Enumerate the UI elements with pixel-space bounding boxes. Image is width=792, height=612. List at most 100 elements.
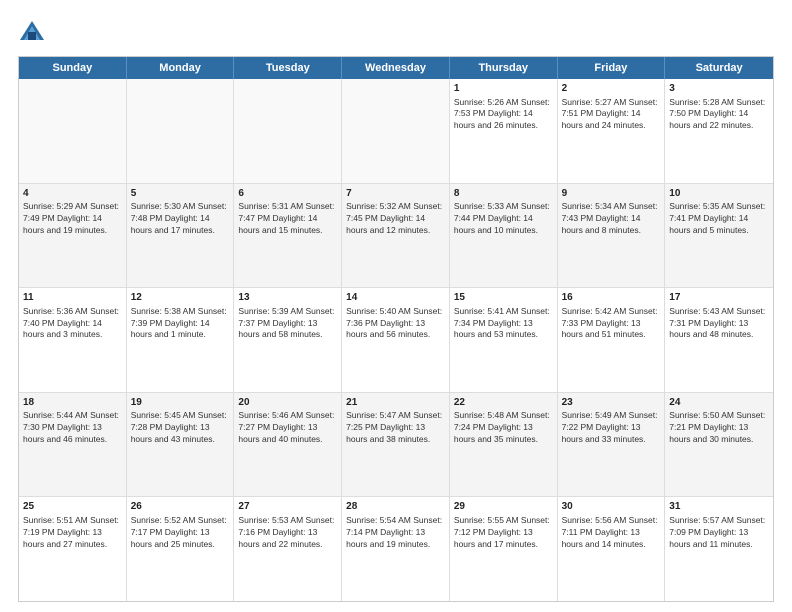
day-number: 12 xyxy=(131,291,230,305)
day-number: 8 xyxy=(454,187,553,201)
day-number: 7 xyxy=(346,187,445,201)
day-info: Sunrise: 5:36 AM Sunset: 7:40 PM Dayligh… xyxy=(23,306,122,342)
day-number: 16 xyxy=(562,291,661,305)
day-info: Sunrise: 5:28 AM Sunset: 7:50 PM Dayligh… xyxy=(669,97,769,133)
calendar-day-2: 2Sunrise: 5:27 AM Sunset: 7:51 PM Daylig… xyxy=(558,79,666,183)
day-number: 3 xyxy=(669,82,769,96)
day-number: 31 xyxy=(669,500,769,514)
day-number: 2 xyxy=(562,82,661,96)
weekday-header-saturday: Saturday xyxy=(665,57,773,79)
day-info: Sunrise: 5:51 AM Sunset: 7:19 PM Dayligh… xyxy=(23,515,122,551)
day-info: Sunrise: 5:54 AM Sunset: 7:14 PM Dayligh… xyxy=(346,515,445,551)
weekday-header-tuesday: Tuesday xyxy=(234,57,342,79)
day-number: 28 xyxy=(346,500,445,514)
day-number: 27 xyxy=(238,500,337,514)
calendar-day-3: 3Sunrise: 5:28 AM Sunset: 7:50 PM Daylig… xyxy=(665,79,773,183)
calendar-day-17: 17Sunrise: 5:43 AM Sunset: 7:31 PM Dayli… xyxy=(665,288,773,392)
day-number: 22 xyxy=(454,396,553,410)
calendar-day-26: 26Sunrise: 5:52 AM Sunset: 7:17 PM Dayli… xyxy=(127,497,235,601)
weekday-header-thursday: Thursday xyxy=(450,57,558,79)
calendar: SundayMondayTuesdayWednesdayThursdayFrid… xyxy=(18,56,774,602)
header xyxy=(18,18,774,46)
day-number: 19 xyxy=(131,396,230,410)
calendar-day-13: 13Sunrise: 5:39 AM Sunset: 7:37 PM Dayli… xyxy=(234,288,342,392)
day-info: Sunrise: 5:35 AM Sunset: 7:41 PM Dayligh… xyxy=(669,201,769,237)
day-number: 17 xyxy=(669,291,769,305)
day-number: 14 xyxy=(346,291,445,305)
day-info: Sunrise: 5:40 AM Sunset: 7:36 PM Dayligh… xyxy=(346,306,445,342)
calendar-week-2: 4Sunrise: 5:29 AM Sunset: 7:49 PM Daylig… xyxy=(19,184,773,289)
calendar-day-30: 30Sunrise: 5:56 AM Sunset: 7:11 PM Dayli… xyxy=(558,497,666,601)
day-info: Sunrise: 5:34 AM Sunset: 7:43 PM Dayligh… xyxy=(562,201,661,237)
day-info: Sunrise: 5:42 AM Sunset: 7:33 PM Dayligh… xyxy=(562,306,661,342)
day-info: Sunrise: 5:45 AM Sunset: 7:28 PM Dayligh… xyxy=(131,410,230,446)
day-info: Sunrise: 5:26 AM Sunset: 7:53 PM Dayligh… xyxy=(454,97,553,133)
logo xyxy=(18,18,50,46)
calendar-header-row: SundayMondayTuesdayWednesdayThursdayFrid… xyxy=(19,57,773,79)
calendar-day-1: 1Sunrise: 5:26 AM Sunset: 7:53 PM Daylig… xyxy=(450,79,558,183)
day-number: 21 xyxy=(346,396,445,410)
calendar-day-27: 27Sunrise: 5:53 AM Sunset: 7:16 PM Dayli… xyxy=(234,497,342,601)
day-number: 26 xyxy=(131,500,230,514)
day-info: Sunrise: 5:30 AM Sunset: 7:48 PM Dayligh… xyxy=(131,201,230,237)
calendar-day-16: 16Sunrise: 5:42 AM Sunset: 7:33 PM Dayli… xyxy=(558,288,666,392)
calendar-day-6: 6Sunrise: 5:31 AM Sunset: 7:47 PM Daylig… xyxy=(234,184,342,288)
day-number: 25 xyxy=(23,500,122,514)
calendar-day-11: 11Sunrise: 5:36 AM Sunset: 7:40 PM Dayli… xyxy=(19,288,127,392)
calendar-week-3: 11Sunrise: 5:36 AM Sunset: 7:40 PM Dayli… xyxy=(19,288,773,393)
day-info: Sunrise: 5:47 AM Sunset: 7:25 PM Dayligh… xyxy=(346,410,445,446)
calendar-day-4: 4Sunrise: 5:29 AM Sunset: 7:49 PM Daylig… xyxy=(19,184,127,288)
weekday-header-sunday: Sunday xyxy=(19,57,127,79)
day-info: Sunrise: 5:44 AM Sunset: 7:30 PM Dayligh… xyxy=(23,410,122,446)
calendar-empty-cell xyxy=(19,79,127,183)
calendar-day-8: 8Sunrise: 5:33 AM Sunset: 7:44 PM Daylig… xyxy=(450,184,558,288)
calendar-day-15: 15Sunrise: 5:41 AM Sunset: 7:34 PM Dayli… xyxy=(450,288,558,392)
day-info: Sunrise: 5:48 AM Sunset: 7:24 PM Dayligh… xyxy=(454,410,553,446)
calendar-day-28: 28Sunrise: 5:54 AM Sunset: 7:14 PM Dayli… xyxy=(342,497,450,601)
day-info: Sunrise: 5:31 AM Sunset: 7:47 PM Dayligh… xyxy=(238,201,337,237)
day-number: 23 xyxy=(562,396,661,410)
calendar-day-21: 21Sunrise: 5:47 AM Sunset: 7:25 PM Dayli… xyxy=(342,393,450,497)
day-number: 5 xyxy=(131,187,230,201)
day-number: 4 xyxy=(23,187,122,201)
day-number: 24 xyxy=(669,396,769,410)
day-info: Sunrise: 5:46 AM Sunset: 7:27 PM Dayligh… xyxy=(238,410,337,446)
calendar-day-24: 24Sunrise: 5:50 AM Sunset: 7:21 PM Dayli… xyxy=(665,393,773,497)
calendar-day-18: 18Sunrise: 5:44 AM Sunset: 7:30 PM Dayli… xyxy=(19,393,127,497)
day-info: Sunrise: 5:53 AM Sunset: 7:16 PM Dayligh… xyxy=(238,515,337,551)
day-info: Sunrise: 5:32 AM Sunset: 7:45 PM Dayligh… xyxy=(346,201,445,237)
calendar-day-20: 20Sunrise: 5:46 AM Sunset: 7:27 PM Dayli… xyxy=(234,393,342,497)
day-number: 1 xyxy=(454,82,553,96)
calendar-day-23: 23Sunrise: 5:49 AM Sunset: 7:22 PM Dayli… xyxy=(558,393,666,497)
day-number: 9 xyxy=(562,187,661,201)
day-info: Sunrise: 5:55 AM Sunset: 7:12 PM Dayligh… xyxy=(454,515,553,551)
calendar-body: 1Sunrise: 5:26 AM Sunset: 7:53 PM Daylig… xyxy=(19,79,773,601)
day-number: 15 xyxy=(454,291,553,305)
weekday-header-friday: Friday xyxy=(558,57,666,79)
day-info: Sunrise: 5:39 AM Sunset: 7:37 PM Dayligh… xyxy=(238,306,337,342)
calendar-week-5: 25Sunrise: 5:51 AM Sunset: 7:19 PM Dayli… xyxy=(19,497,773,601)
calendar-day-19: 19Sunrise: 5:45 AM Sunset: 7:28 PM Dayli… xyxy=(127,393,235,497)
calendar-empty-cell xyxy=(234,79,342,183)
day-info: Sunrise: 5:43 AM Sunset: 7:31 PM Dayligh… xyxy=(669,306,769,342)
calendar-day-7: 7Sunrise: 5:32 AM Sunset: 7:45 PM Daylig… xyxy=(342,184,450,288)
calendar-empty-cell xyxy=(342,79,450,183)
day-info: Sunrise: 5:52 AM Sunset: 7:17 PM Dayligh… xyxy=(131,515,230,551)
day-info: Sunrise: 5:56 AM Sunset: 7:11 PM Dayligh… xyxy=(562,515,661,551)
calendar-day-25: 25Sunrise: 5:51 AM Sunset: 7:19 PM Dayli… xyxy=(19,497,127,601)
calendar-day-22: 22Sunrise: 5:48 AM Sunset: 7:24 PM Dayli… xyxy=(450,393,558,497)
day-number: 18 xyxy=(23,396,122,410)
day-info: Sunrise: 5:33 AM Sunset: 7:44 PM Dayligh… xyxy=(454,201,553,237)
calendar-day-10: 10Sunrise: 5:35 AM Sunset: 7:41 PM Dayli… xyxy=(665,184,773,288)
weekday-header-monday: Monday xyxy=(127,57,235,79)
calendar-day-31: 31Sunrise: 5:57 AM Sunset: 7:09 PM Dayli… xyxy=(665,497,773,601)
day-info: Sunrise: 5:57 AM Sunset: 7:09 PM Dayligh… xyxy=(669,515,769,551)
page: SundayMondayTuesdayWednesdayThursdayFrid… xyxy=(0,0,792,612)
day-number: 20 xyxy=(238,396,337,410)
day-info: Sunrise: 5:27 AM Sunset: 7:51 PM Dayligh… xyxy=(562,97,661,133)
day-info: Sunrise: 5:41 AM Sunset: 7:34 PM Dayligh… xyxy=(454,306,553,342)
calendar-day-5: 5Sunrise: 5:30 AM Sunset: 7:48 PM Daylig… xyxy=(127,184,235,288)
calendar-day-9: 9Sunrise: 5:34 AM Sunset: 7:43 PM Daylig… xyxy=(558,184,666,288)
calendar-week-1: 1Sunrise: 5:26 AM Sunset: 7:53 PM Daylig… xyxy=(19,79,773,184)
day-number: 10 xyxy=(669,187,769,201)
